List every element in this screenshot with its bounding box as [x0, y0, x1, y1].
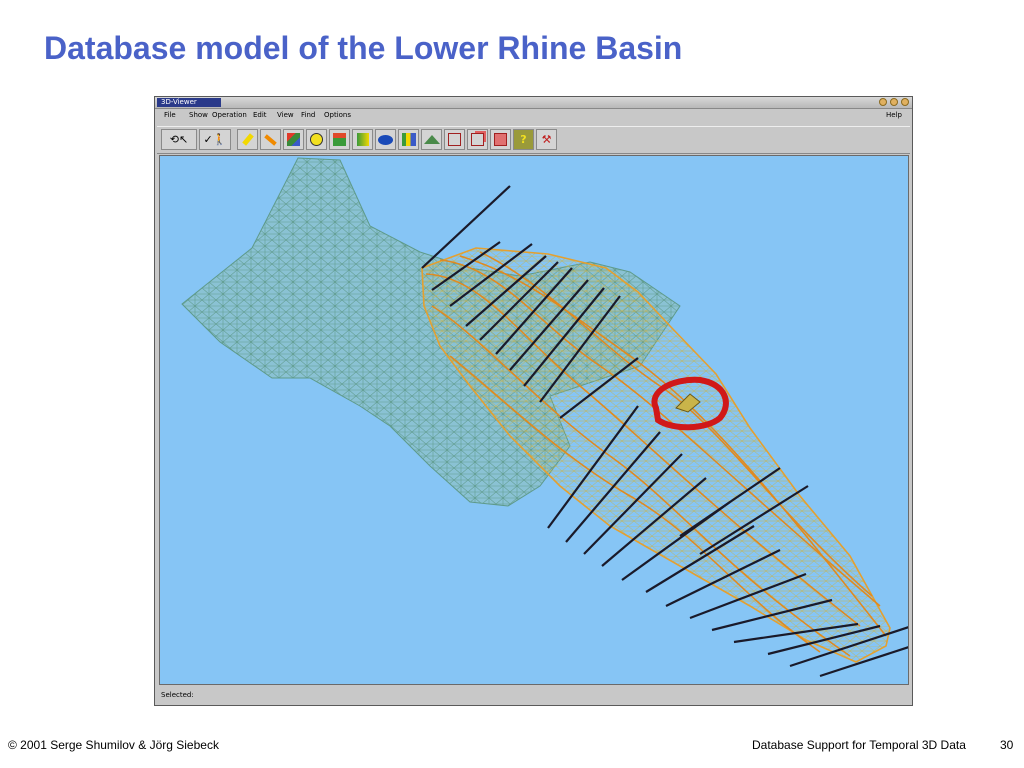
question-icon: ?: [520, 133, 527, 146]
columns-icon: [401, 133, 416, 146]
slide-title: Database model of the Lower Rhine Basin: [44, 30, 683, 66]
cross-section-button[interactable]: [352, 129, 373, 150]
menu-show[interactable]: Show: [189, 109, 208, 122]
3d-viewport[interactable]: [159, 155, 909, 685]
cube-color-button[interactable]: [283, 129, 304, 150]
window-titlebar[interactable]: 3D-Viewer: [155, 97, 912, 109]
basin-model-scene: [181, 157, 908, 678]
minimize-button[interactable]: [879, 98, 887, 106]
box-red-stack-button[interactable]: [490, 129, 511, 150]
footer-copyright: © 2001 Serge Shumilov & Jörg Siebeck: [8, 738, 219, 752]
clock-box-button[interactable]: [329, 129, 350, 150]
box-red-icon: [471, 133, 484, 146]
tool-icon: ⚒: [541, 133, 552, 146]
menu-edit[interactable]: Edit: [253, 109, 267, 122]
box-outline-icon: [448, 133, 461, 146]
plane-yellow-button[interactable]: [237, 129, 258, 150]
plane-yellow-icon: [241, 133, 254, 146]
clock-cube-icon: [310, 133, 323, 146]
footer-subtitle: Database Support for Temporal 3D Data: [752, 738, 966, 752]
cube-color-icon: [287, 133, 300, 146]
close-button[interactable]: [901, 98, 909, 106]
menu-operation[interactable]: Operation: [212, 109, 247, 122]
menu-find[interactable]: Find: [301, 109, 315, 122]
rotate-pointer-button[interactable]: ⟲ ↖: [161, 129, 197, 150]
box-red-stack-icon: [494, 133, 507, 146]
plane-orange-icon: [264, 133, 277, 146]
tool-button[interactable]: ⚒: [536, 129, 557, 150]
rotate-icon: ⟲: [169, 133, 179, 146]
menu-bar: File Show Operation Edit View Find Optio…: [155, 109, 912, 122]
blob-icon: [378, 134, 393, 145]
terrain-button[interactable]: [421, 129, 442, 150]
plane-orange-button[interactable]: [260, 129, 281, 150]
box-red-button[interactable]: [467, 129, 488, 150]
help-button[interactable]: ?: [513, 129, 534, 150]
status-bar: Selected:: [161, 691, 194, 699]
menu-view[interactable]: View: [277, 109, 294, 122]
columns-button[interactable]: [398, 129, 419, 150]
box-outline-button[interactable]: [444, 129, 465, 150]
terrain-icon: [423, 135, 440, 144]
toolbar: ⟲ ↖ ✓🚶 ? ⚒: [157, 126, 910, 154]
walk-button[interactable]: ✓🚶: [199, 129, 231, 150]
window-title: 3D-Viewer: [157, 98, 221, 107]
menu-file[interactable]: File: [164, 109, 176, 122]
menu-help[interactable]: Help: [886, 109, 902, 122]
clock-box-icon: [333, 133, 346, 146]
pointer-icon: ↖: [179, 133, 189, 146]
maximize-button[interactable]: [890, 98, 898, 106]
cross-section-icon: [356, 133, 369, 146]
menu-options[interactable]: Options: [324, 109, 351, 122]
walk-icon: ✓🚶: [203, 133, 227, 146]
blob-button[interactable]: [375, 129, 396, 150]
viewer-window: 3D-Viewer File Show Operation Edit View …: [154, 96, 913, 706]
page-number: 30: [1000, 738, 1014, 752]
clock-cube-button[interactable]: [306, 129, 327, 150]
